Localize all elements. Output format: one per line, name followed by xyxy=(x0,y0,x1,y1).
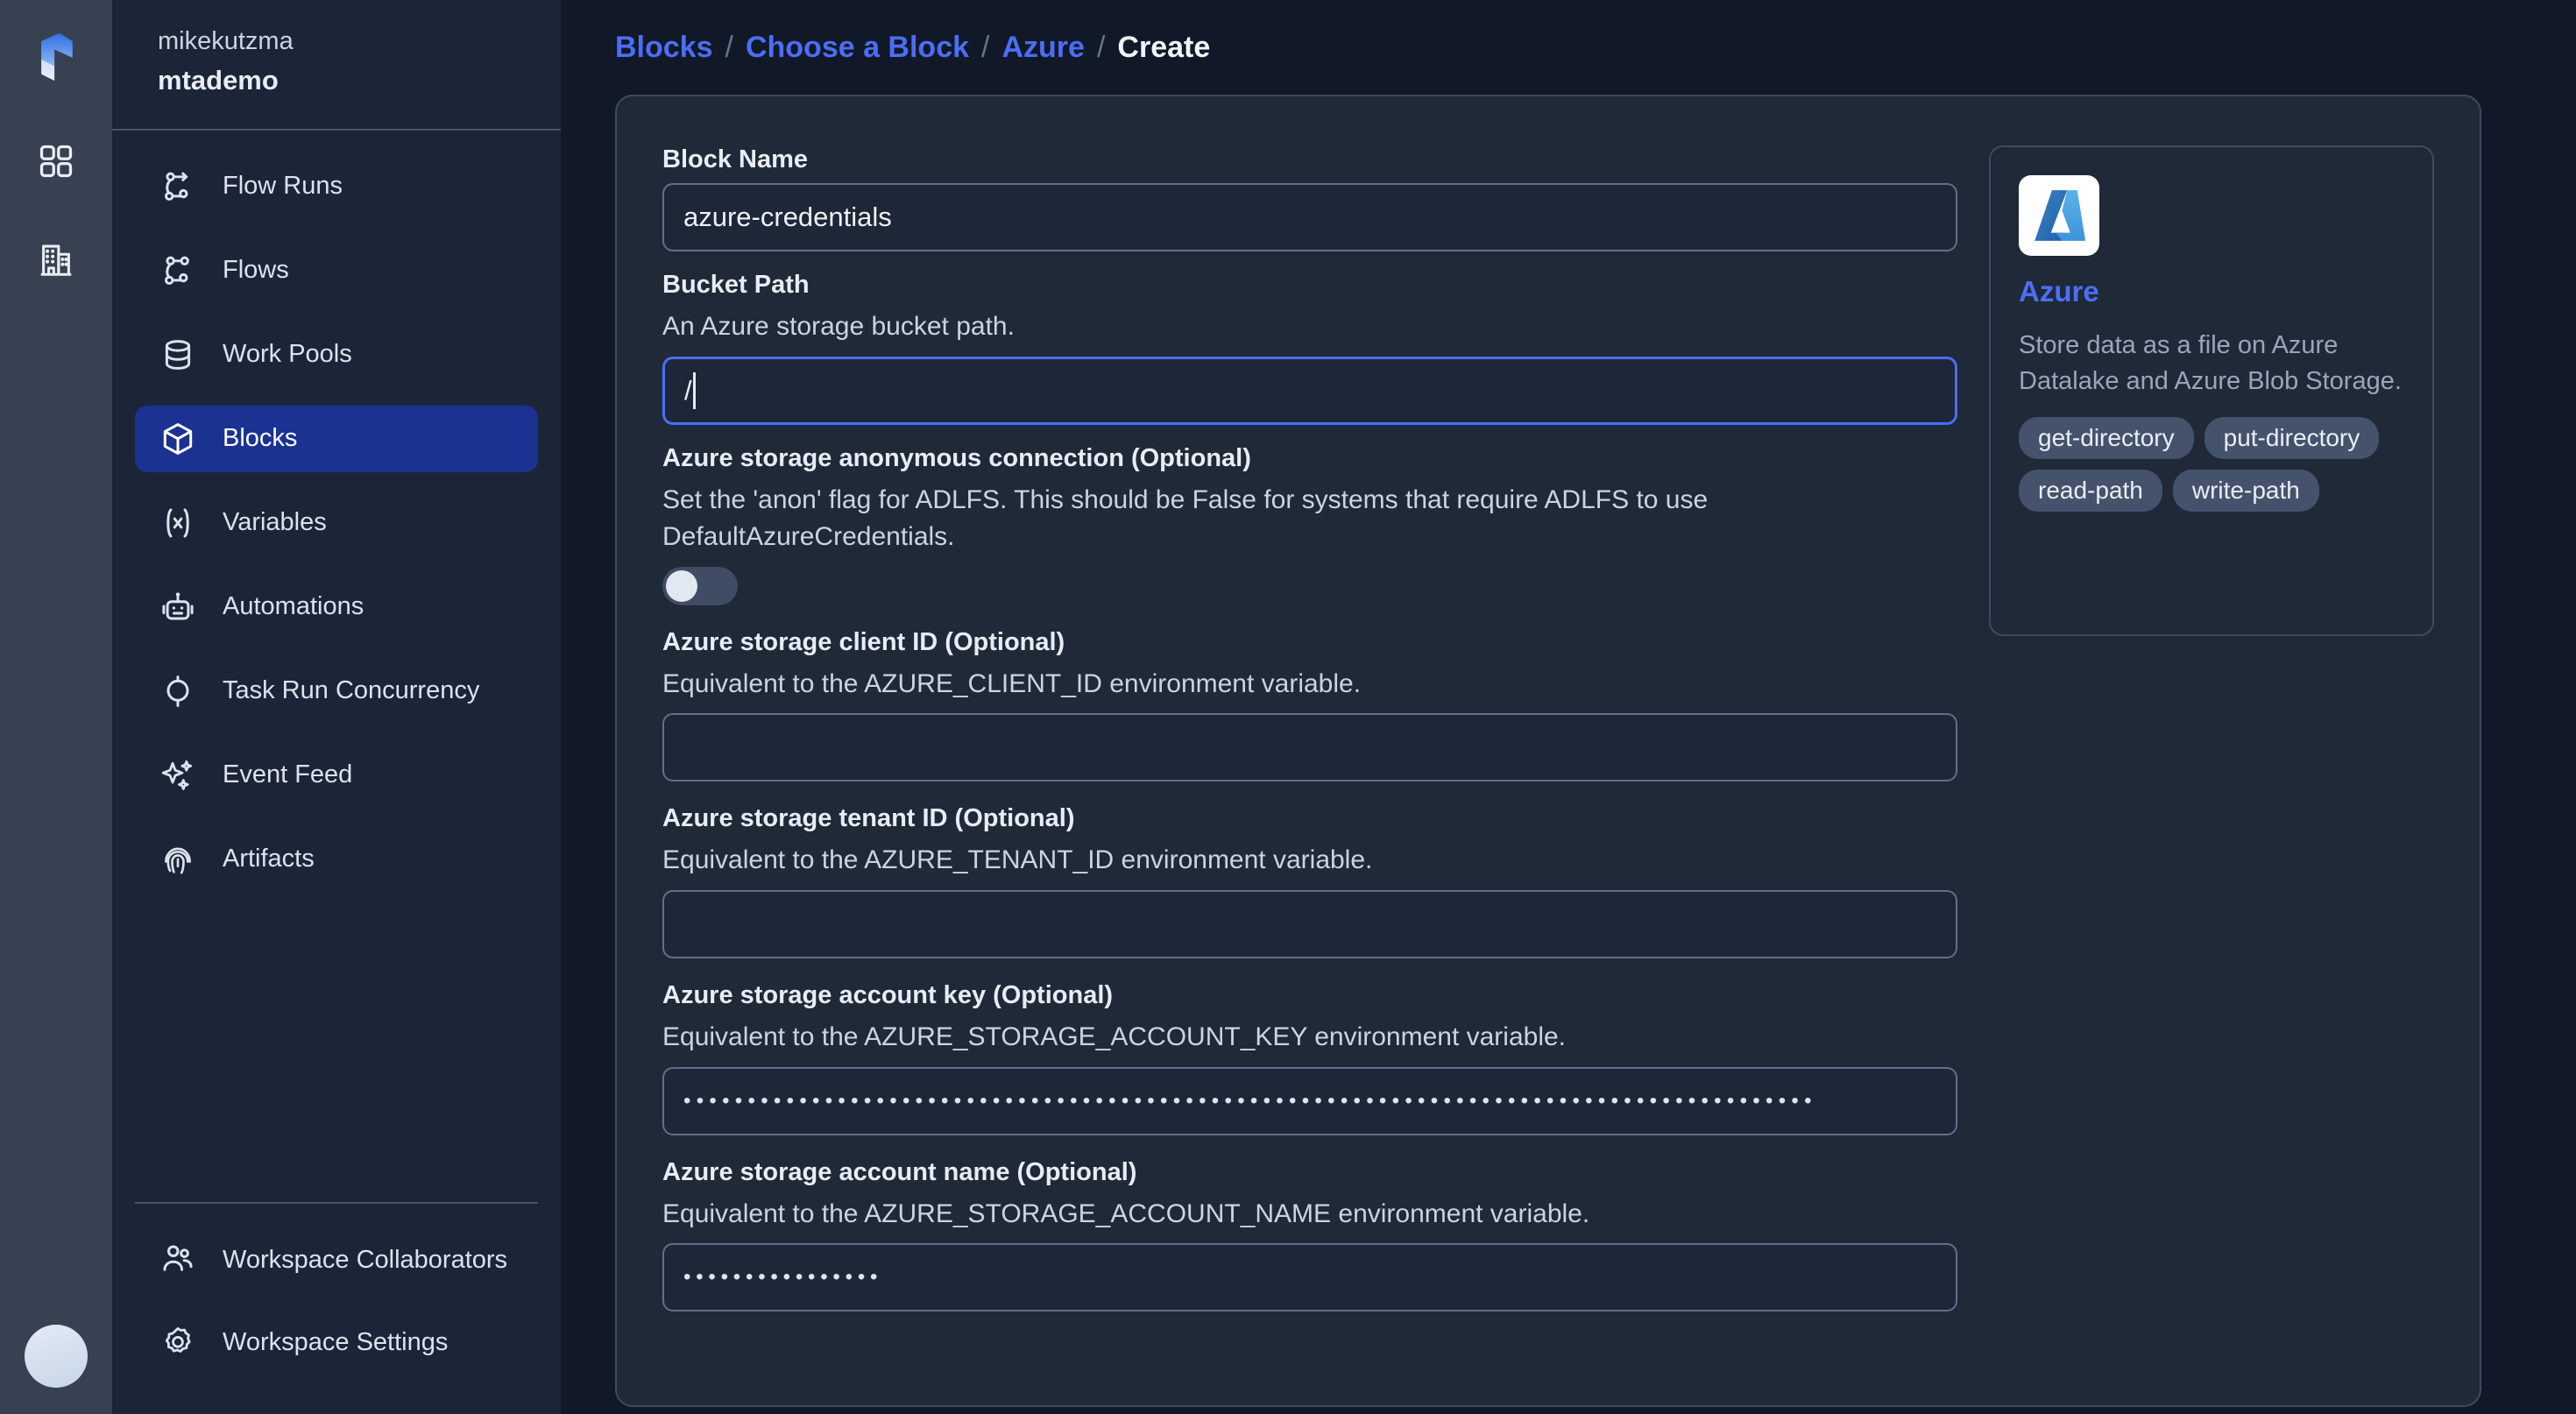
gear-icon xyxy=(159,1324,196,1361)
sidebar-item-task-run-concurrency[interactable]: Task Run Concurrency xyxy=(135,658,538,725)
bucket-path-label: Bucket Path xyxy=(662,271,810,299)
breadcrumb-separator: / xyxy=(981,30,990,64)
client-id-description: Equivalent to the AZURE_CLIENT_ID enviro… xyxy=(662,668,1362,698)
sidebar-item-artifacts[interactable]: Artifacts xyxy=(135,826,538,893)
capability-chip-list: get-directory put-directory read-path wr… xyxy=(2019,417,2404,513)
tenant-id-label: Azure storage tenant ID (Optional) xyxy=(662,804,1075,833)
artifacts-fingerprint-icon xyxy=(159,841,196,878)
automations-robot-icon xyxy=(159,589,196,626)
sidebar-item-blocks[interactable]: Blocks xyxy=(135,405,538,472)
workspace-name: mtademo xyxy=(158,65,279,96)
variables-x-icon xyxy=(159,505,196,541)
field-block-name: Block Name azure-credentials xyxy=(662,145,1957,251)
sidebar-item-label: Blocks xyxy=(223,424,298,453)
account-name-input[interactable]: •••••••••••••••• xyxy=(662,1243,1957,1312)
account-key-input[interactable]: ••••••••••••••••••••••••••••••••••••••••… xyxy=(662,1066,1957,1135)
breadcrumb-item-choose-a-block[interactable]: Choose a Block xyxy=(746,31,969,65)
sidebar-nav: Flow Runs Flows Work Pools Blocks Variab… xyxy=(112,131,561,1193)
block-type-info-card: Azure Store data as a file on Azure Data… xyxy=(1989,145,2434,636)
sidebar-item-label: Work Pools xyxy=(223,340,352,369)
field-tenant-id: Azure storage tenant ID (Optional) Equiv… xyxy=(662,804,1957,958)
workspace-header[interactable]: mikekutzma mtademo xyxy=(112,0,561,129)
sidebar-item-work-pools[interactable]: Work Pools xyxy=(135,322,538,388)
account-name-label: Azure storage account name (Optional) xyxy=(662,1157,1137,1186)
bucket-path-value: / xyxy=(684,374,692,406)
sidebar-item-label: Variables xyxy=(223,508,327,537)
field-account-key: Azure storage account key (Optional) Equ… xyxy=(662,981,1957,1135)
breadcrumb-item-azure[interactable]: Azure xyxy=(1001,31,1084,65)
capability-chip: get-directory xyxy=(2019,417,2194,460)
sidebar-item-flows[interactable]: Flows xyxy=(135,237,538,304)
breadcrumb-item-create: Create xyxy=(1117,30,1211,64)
prefect-logo-icon[interactable] xyxy=(23,23,89,89)
flows-icon xyxy=(159,252,196,289)
create-block-panel: Block Name azure-credentials Bucket Path… xyxy=(615,95,2481,1407)
bucket-path-input[interactable]: / xyxy=(662,356,1957,425)
sidebar: mikekutzma mtademo Flow Runs Flows Work … xyxy=(112,0,561,1414)
account-name-masked-value: •••••••••••••••• xyxy=(683,1265,883,1290)
field-anon-connection: Azure storage anonymous connection (Opti… xyxy=(662,444,1957,605)
sidebar-item-variables[interactable]: Variables xyxy=(135,490,538,556)
sidebar-item-workspace-settings[interactable]: Workspace Settings xyxy=(135,1309,538,1375)
block-name-label: Block Name xyxy=(662,145,809,173)
field-bucket-path: Bucket Path An Azure storage bucket path… xyxy=(662,271,1957,425)
account-key-masked-value: ••••••••••••••••••••••••••••••••••••••••… xyxy=(683,1088,1817,1113)
azure-logo-icon xyxy=(2019,175,2099,256)
main-content: Blocks / Choose a Block / Azure / Create… xyxy=(561,0,2576,1414)
sidebar-item-label: Event Feed xyxy=(223,760,353,789)
user-avatar[interactable] xyxy=(25,1325,88,1388)
field-client-id: Azure storage client ID (Optional) Equiv… xyxy=(662,628,1957,782)
anon-connection-label: Azure storage anonymous connection (Opti… xyxy=(662,443,1251,472)
sidebar-bottom-divider xyxy=(135,1202,538,1204)
bucket-path-description: An Azure storage bucket path. xyxy=(662,312,1015,341)
anon-connection-description: Set the 'anon' flag for ADLFS. This shou… xyxy=(662,484,1709,552)
block-type-title[interactable]: Azure xyxy=(2019,275,2404,308)
blocks-cube-icon xyxy=(159,421,196,457)
event-feed-sparkle-icon xyxy=(159,757,196,794)
breadcrumb-separator: / xyxy=(725,30,733,64)
task-run-concurrency-icon xyxy=(159,673,196,710)
flow-runs-icon xyxy=(159,168,196,205)
tenant-id-description: Equivalent to the AZURE_TENANT_ID enviro… xyxy=(662,845,1373,875)
icon-rail xyxy=(0,0,112,1414)
field-account-name: Azure storage account name (Optional) Eq… xyxy=(662,1158,1957,1312)
sidebar-item-label: Workspace Collaborators xyxy=(223,1245,508,1274)
capability-chip: write-path xyxy=(2172,470,2319,513)
app-root: mikekutzma mtademo Flow Runs Flows Work … xyxy=(0,0,2576,1414)
sidebar-item-label: Flow Runs xyxy=(223,172,343,201)
workspace-owner: mikekutzma xyxy=(158,27,294,55)
anon-connection-toggle[interactable] xyxy=(662,566,738,605)
breadcrumb: Blocks / Choose a Block / Azure / Create xyxy=(615,0,2576,95)
block-type-description: Store data as a file on Azure Datalake a… xyxy=(2019,331,2402,396)
dashboard-grid-icon[interactable] xyxy=(23,128,89,194)
sidebar-item-label: Workspace Settings xyxy=(223,1327,449,1356)
account-key-description: Equivalent to the AZURE_STORAGE_ACCOUNT_… xyxy=(662,1022,1567,1051)
sidebar-item-label: Task Run Concurrency xyxy=(223,676,480,705)
text-cursor xyxy=(692,371,696,409)
tenant-id-input[interactable] xyxy=(662,889,1957,958)
sidebar-item-event-feed[interactable]: Event Feed xyxy=(135,742,538,809)
capability-chip: read-path xyxy=(2019,470,2162,513)
client-id-input[interactable] xyxy=(662,713,1957,782)
work-pools-database-icon xyxy=(159,336,196,373)
client-id-label: Azure storage client ID (Optional) xyxy=(662,627,1065,656)
sidebar-item-workspace-collaborators[interactable]: Workspace Collaborators xyxy=(135,1227,538,1293)
breadcrumb-item-blocks[interactable]: Blocks xyxy=(615,31,713,65)
capability-chip: put-directory xyxy=(2204,417,2380,460)
account-key-label: Azure storage account key (Optional) xyxy=(662,980,1114,1009)
sidebar-item-label: Automations xyxy=(223,592,364,621)
block-name-input[interactable]: azure-credentials xyxy=(662,183,1957,251)
sidebar-item-label: Flows xyxy=(223,256,289,285)
create-block-form: Block Name azure-credentials Bucket Path… xyxy=(662,145,1957,1370)
sidebar-item-label: Artifacts xyxy=(223,845,315,873)
organization-building-icon[interactable] xyxy=(23,226,89,293)
breadcrumb-separator: / xyxy=(1096,30,1106,64)
toggle-knob xyxy=(666,569,697,602)
sidebar-nav-bottom: Workspace Collaborators Workspace Settin… xyxy=(112,1193,561,1414)
collaborators-people-icon xyxy=(159,1241,196,1278)
sidebar-item-automations[interactable]: Automations xyxy=(135,574,538,640)
account-name-description: Equivalent to the AZURE_STORAGE_ACCOUNT_… xyxy=(662,1198,1590,1228)
sidebar-item-flow-runs[interactable]: Flow Runs xyxy=(135,153,538,220)
